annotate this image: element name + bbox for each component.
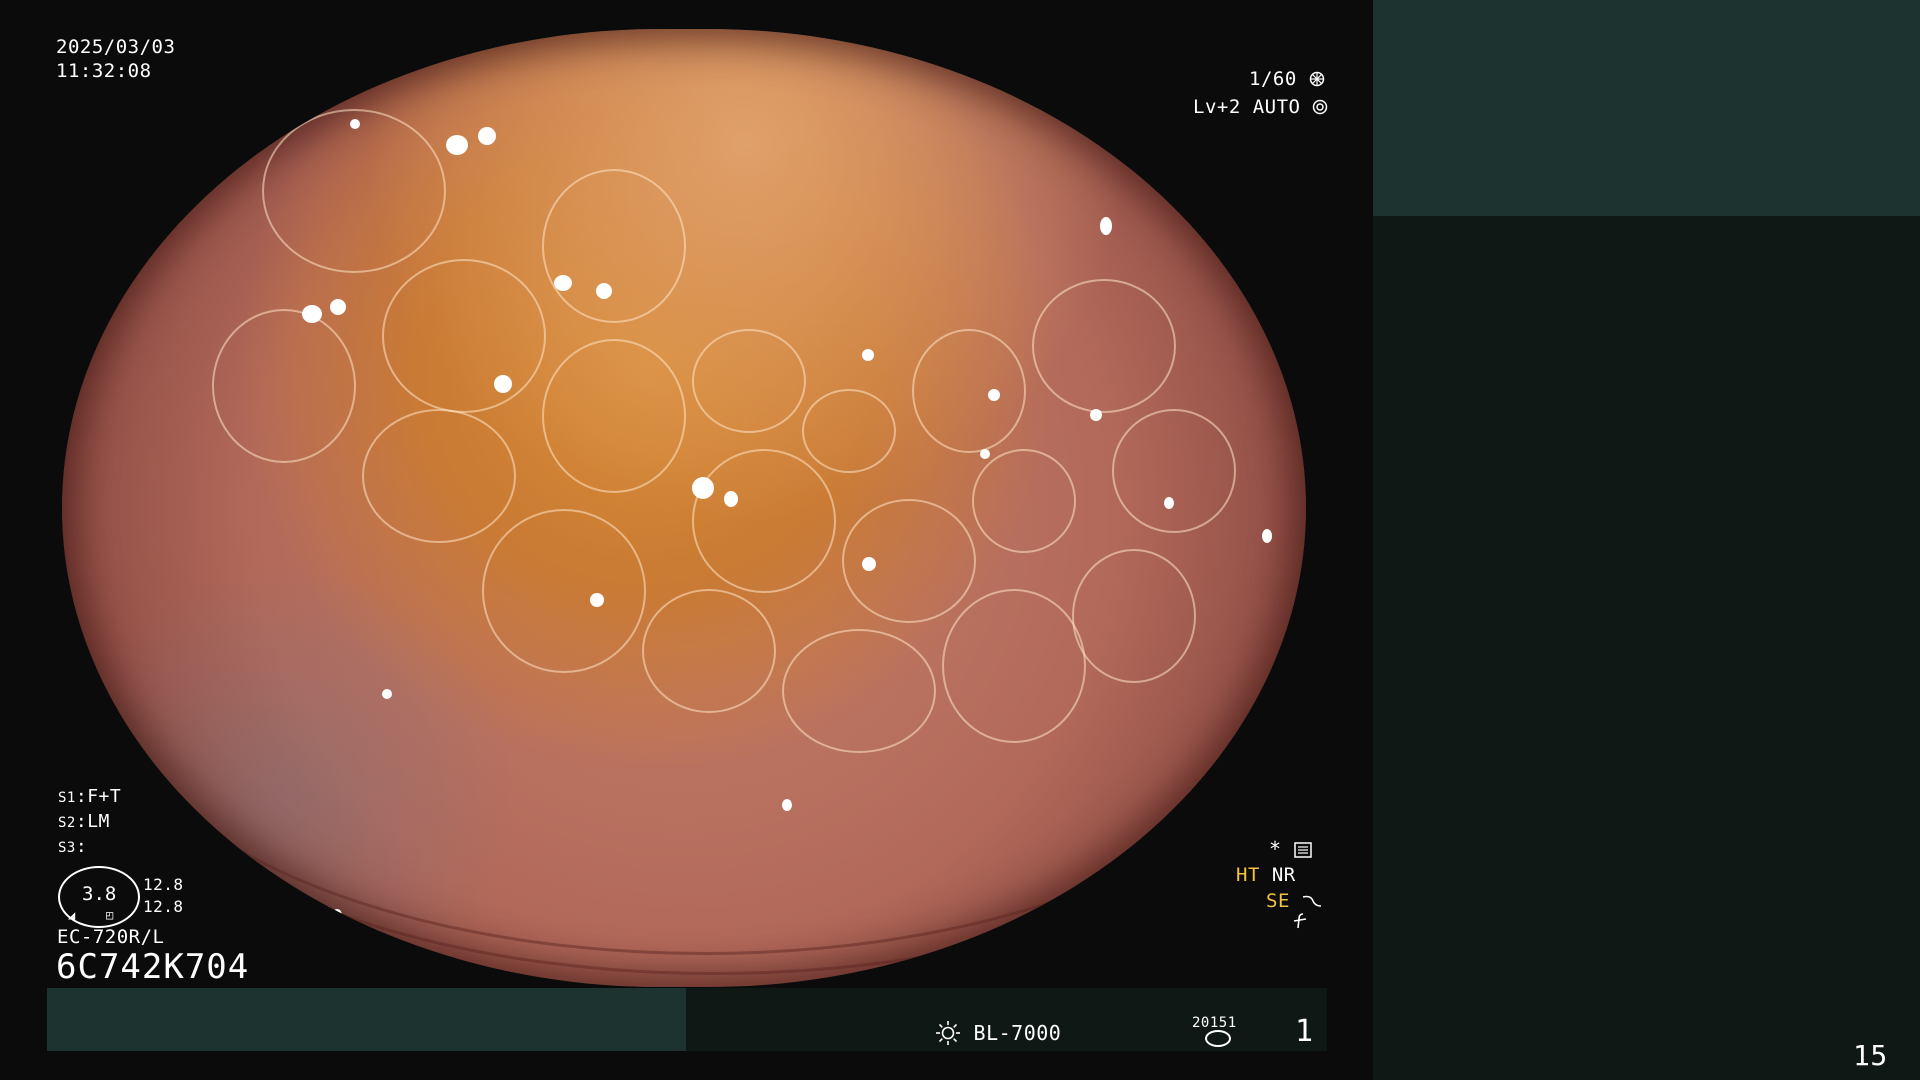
light-source-model: BL-7000 [973, 1021, 1062, 1045]
exam-date: 2025/03/03 [56, 36, 176, 58]
nr-label: NR [1271, 864, 1296, 886]
light-level-value: Lv+2 AUTO [1193, 96, 1301, 118]
settings-list: S1:F+T S2:LM S3: [58, 786, 121, 861]
se-label: SE [1266, 890, 1290, 912]
shutter-speed: 1/60 [1249, 68, 1325, 90]
se-indicator: SE [1266, 890, 1322, 912]
aperture-icon [1309, 68, 1325, 90]
curve-icon [1302, 890, 1322, 912]
scope-model: EC-720R/L [57, 926, 165, 948]
gauge-right-marker-icon: ◰ [106, 908, 114, 922]
setting-s3: S3: [58, 836, 88, 857]
gauge-left-marker-icon: ◢ [68, 908, 76, 922]
gauge-value: 3.8 [82, 883, 117, 905]
sun-icon [935, 1021, 974, 1045]
menu-box-icon [1294, 837, 1312, 861]
star-marker: * [1269, 837, 1282, 861]
exam-time: 11:32:08 [56, 60, 152, 82]
endoscopic-image [62, 29, 1306, 987]
setting-s2: S2:LM [58, 811, 110, 832]
scope-serial: 6C742K704 [56, 947, 250, 987]
shutter-speed-value: 1/60 [1249, 68, 1297, 90]
light-level: Lv+2 AUTO [1193, 96, 1328, 118]
disk-icon [1205, 1030, 1231, 1047]
iris-icon [1312, 96, 1328, 118]
bottom-teal-block [47, 988, 686, 1051]
gauge-bottom-value: 12.8 [143, 897, 184, 916]
ht-label: HT [1236, 864, 1260, 886]
setting-s1: S1:F+T [58, 786, 122, 807]
ht-nr-indicator: HT NR [1236, 864, 1296, 886]
gauge-top-value: 12.8 [143, 875, 184, 894]
light-source: BL-7000 [935, 1020, 1061, 1046]
side-panel-header-block [1373, 0, 1920, 216]
enhance-icon [1291, 912, 1309, 934]
preset-indicator: * [1269, 838, 1312, 860]
scope-gauge: 3.8 ◢ ◰ [58, 866, 140, 928]
side-panel-number: 15 [1853, 1039, 1888, 1072]
frame-number: 1 [1295, 1014, 1314, 1049]
